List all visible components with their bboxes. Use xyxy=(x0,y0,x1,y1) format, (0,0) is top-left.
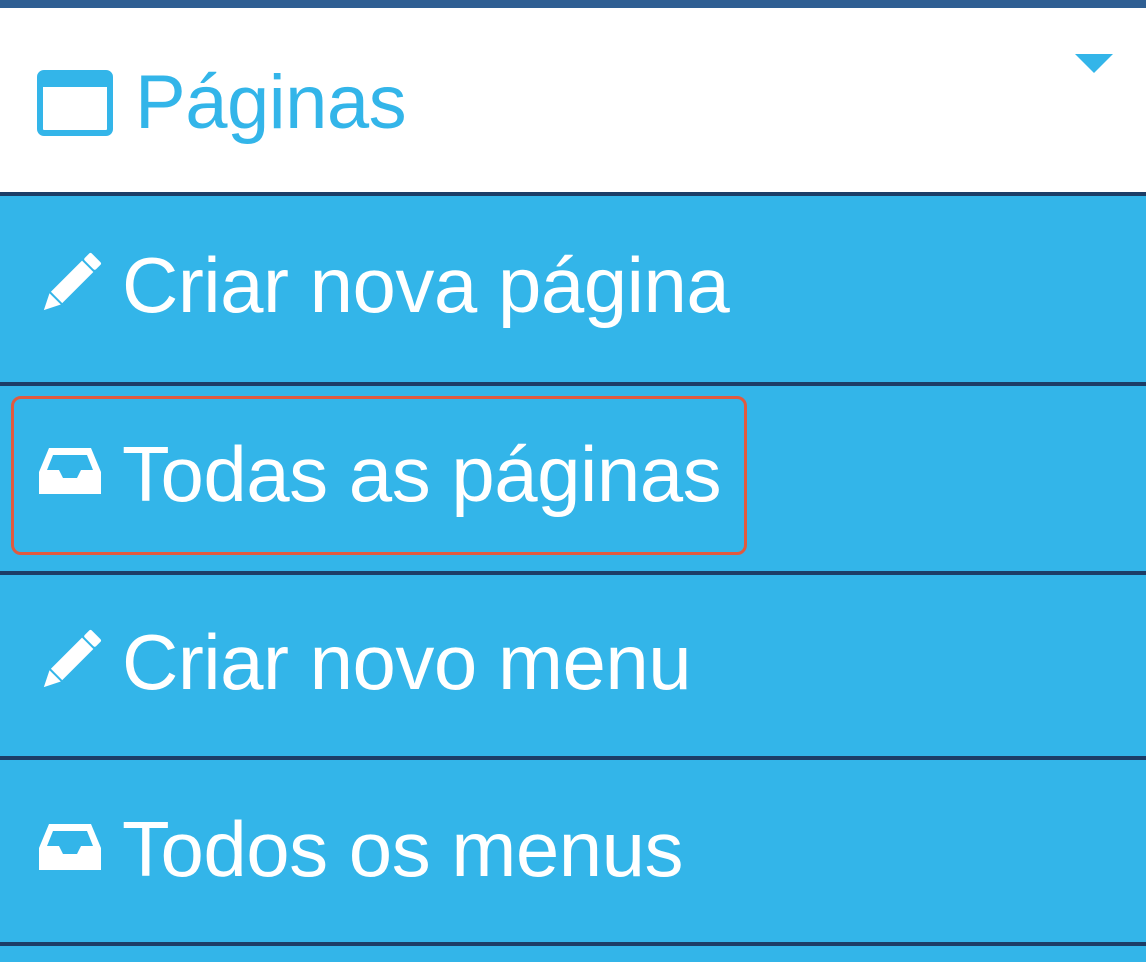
inbox-icon xyxy=(37,820,103,886)
menu-item-label: Criar nova página xyxy=(122,241,730,329)
pages-menu: Páginas Criar nova página Todas as págin… xyxy=(0,0,1146,962)
window-icon xyxy=(37,70,113,136)
pencil-icon xyxy=(37,251,103,317)
menu-item-partial[interactable] xyxy=(0,946,1146,962)
pencil-icon xyxy=(37,628,103,694)
menu-item-label: Todos os menus xyxy=(122,805,683,893)
pages-header-label: Páginas xyxy=(135,60,407,145)
menu-item-label: Todas as páginas xyxy=(122,430,722,518)
top-border xyxy=(0,0,1146,8)
menu-item-create-menu[interactable]: Criar novo menu xyxy=(0,575,1146,756)
menu-item-all-pages[interactable]: Todas as páginas xyxy=(0,386,1146,571)
menu-item-all-menus[interactable]: Todos os menus xyxy=(0,760,1146,942)
pages-header[interactable]: Páginas xyxy=(0,8,1146,192)
caret-down-icon[interactable] xyxy=(1075,54,1113,73)
menu-item-label: Criar novo menu xyxy=(122,618,692,706)
inbox-icon xyxy=(37,444,103,510)
menu-item-create-page[interactable]: Criar nova página xyxy=(0,196,1146,382)
